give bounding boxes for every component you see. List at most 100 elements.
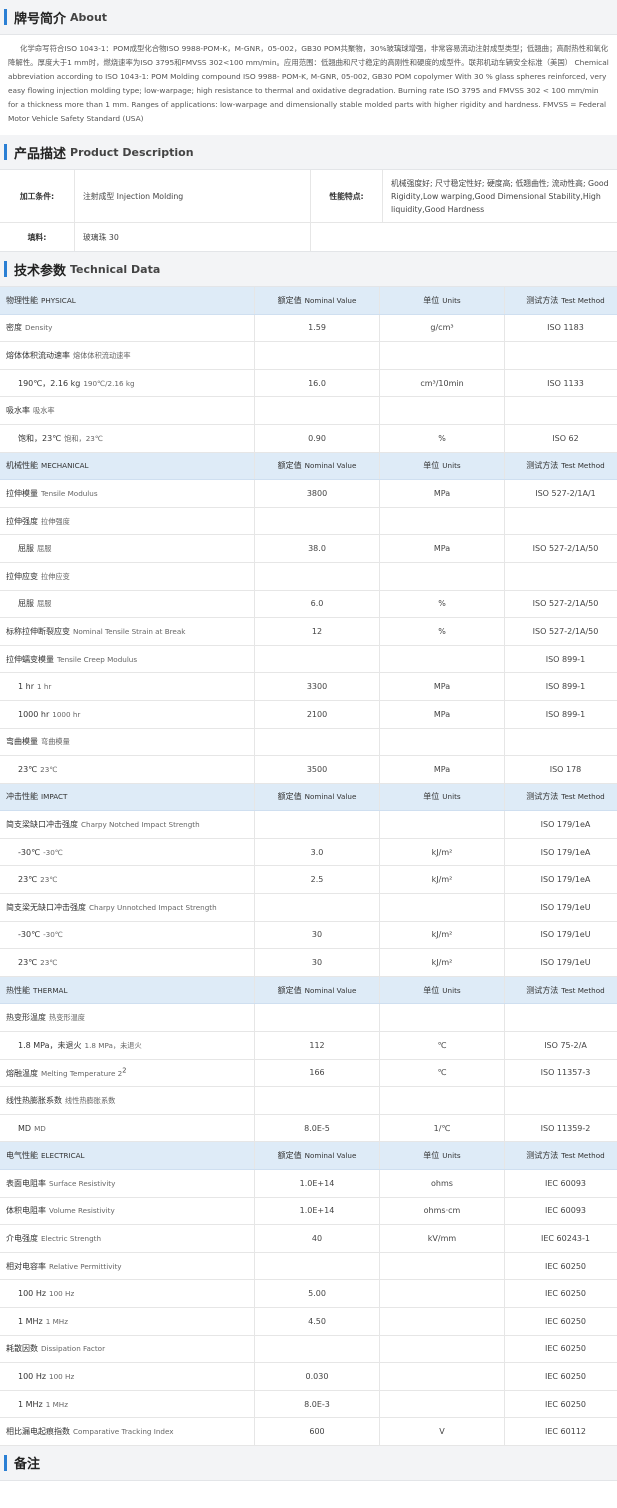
- units-header: 单位 Units: [379, 1141, 505, 1170]
- nominal-value: 3300: [254, 672, 380, 701]
- property-name: 熔体体积流动速率 熔体体积流动速率: [0, 341, 255, 370]
- test-method: ISO 178: [504, 755, 617, 784]
- unit: [379, 1335, 505, 1364]
- unit: [379, 1003, 505, 1033]
- property-name: 屈服 屈服: [0, 534, 255, 563]
- property-name: 弯曲模量 弯曲模量: [0, 728, 255, 757]
- test-method-link[interactable]: ISO 11357-3: [504, 1059, 617, 1088]
- table-row: 表面电阻率 Surface Resistivity 1.0E+14 ohms IEC 6…: [0, 1169, 617, 1198]
- processing-value: 注射成型 Injection Molding: [74, 170, 310, 223]
- table-row: 简支梁缺口冲击强度 Charpy Notched Impact Strength I…: [0, 810, 617, 839]
- unit: ℃: [379, 1059, 505, 1088]
- test-method: IEC 60093: [504, 1197, 617, 1226]
- unit: kJ/m²: [379, 865, 505, 895]
- unit: ohms·cm: [379, 1197, 505, 1226]
- test-method: ISO 527-2/1A/50: [504, 534, 617, 563]
- unit: %: [379, 617, 505, 646]
- table-row: 弯曲模量 弯曲模量: [0, 728, 617, 757]
- nominal-value: [254, 396, 380, 425]
- nominal-value: 2.5: [254, 865, 380, 895]
- nominal-value: 112: [254, 1031, 380, 1060]
- nominal-value: [254, 893, 380, 922]
- category-header-row: 机械性能 MECHANICAL 额定值 Nominal Value 单位 Units 测试方…: [0, 452, 617, 481]
- property-name: 饱和，23℃ 饱和，23℃: [0, 424, 255, 453]
- unit: [379, 562, 505, 591]
- technical-data-table: 物理性能 PHYSICAL 额定值 Nominal Value 单位 Units 测试方法 T…: [0, 287, 617, 1446]
- table-row: 相对电容率 Relative Permittivity IEC 60250: [0, 1252, 617, 1281]
- test-method: IEC 60112: [504, 1417, 617, 1446]
- unit: [379, 396, 505, 425]
- nominal-value: [254, 645, 380, 674]
- test-method-header: 测试方法 Test Method: [504, 783, 617, 812]
- test-method-link[interactable]: ISO 62: [504, 424, 617, 453]
- nominal-value: 1.59: [254, 314, 380, 343]
- property-name: 1 hr 1 hr: [0, 672, 255, 701]
- nominal-value-header: 额定值 Nominal Value: [254, 1141, 380, 1170]
- product-header: 产品描述 Product Description: [0, 135, 617, 170]
- test-method: ISO 1183: [504, 314, 617, 343]
- tech-title-en: Technical Data: [70, 262, 161, 276]
- unit: MPa: [379, 672, 505, 701]
- property-name: 拉伸应变 拉伸应变: [0, 562, 255, 591]
- test-method: [504, 507, 617, 536]
- unit: ohms: [379, 1169, 505, 1198]
- unit: MPa: [379, 479, 505, 508]
- table-row: 熔体体积流动速率 熔体体积流动速率: [0, 341, 617, 370]
- nominal-value: 166: [254, 1059, 380, 1088]
- nominal-value: 30: [254, 921, 380, 950]
- nominal-value: [254, 1086, 380, 1115]
- table-subrow: 1.8 MPa，未退火 1.8 MPa，未退火 112 ℃ ISO 75-2/A: [0, 1031, 617, 1060]
- units-header: 单位 Units: [379, 287, 505, 315]
- nominal-value: 8.0E-3: [254, 1390, 380, 1419]
- category-name: 机械性能 MECHANICAL: [0, 452, 255, 481]
- table-row: 线性热膨胀系数 线性热膨胀系数: [0, 1086, 617, 1115]
- nominal-value: 6.0: [254, 590, 380, 619]
- table-subrow: 23℃ 23℃ 2.5 kJ/m² ISO 179/1eA: [0, 865, 617, 895]
- table-subrow: 1 hr 1 hr 3300 MPa ISO 899-1: [0, 672, 617, 701]
- table-row: 吸水率 吸水率: [0, 396, 617, 425]
- nominal-value: [254, 562, 380, 591]
- nominal-value: [254, 507, 380, 536]
- category-name: 冲击性能 IMPACT: [0, 783, 255, 812]
- category-name: 物理性能 PHYSICAL: [0, 287, 255, 315]
- property-name: 拉伸蠕变模量 Tensile Creep Modulus: [0, 645, 255, 674]
- tech-header: 技术参数 Technical Data: [0, 252, 617, 287]
- unit: [379, 810, 505, 839]
- property-name: -30℃ -30℃: [0, 838, 255, 867]
- category-name: 电气性能 ELECTRICAL: [0, 1141, 255, 1170]
- features-value: 机械强度好; 尺寸稳定性好; 硬度高; 低翘曲性; 流动性高; Good Rig…: [382, 170, 617, 223]
- property-name: 吸水率 吸水率: [0, 396, 255, 425]
- unit: [379, 507, 505, 536]
- property-name: 线性热膨胀系数 线性热膨胀系数: [0, 1086, 255, 1115]
- notes-section: 备注: [0, 1445, 617, 1481]
- property-name: 密度 Density: [0, 314, 255, 343]
- property-name: 100 Hz 100 Hz: [0, 1362, 255, 1391]
- property-name: 1.8 MPa，未退火 1.8 MPa，未退火: [0, 1031, 255, 1060]
- property-name: 表面电阻率 Surface Resistivity: [0, 1169, 255, 1198]
- category-header-row: 电气性能 ELECTRICAL 额定值 Nominal Value 单位 Units 测试方…: [0, 1141, 617, 1170]
- property-name: 23℃ 23℃: [0, 755, 255, 784]
- nominal-value-header: 额定值 Nominal Value: [254, 452, 380, 481]
- unit: [379, 1362, 505, 1391]
- table-subrow: 100 Hz 100 Hz 5.00 IEC 60250: [0, 1279, 617, 1308]
- test-method-header: 测试方法 Test Method: [504, 1141, 617, 1170]
- nominal-value: 3800: [254, 479, 380, 508]
- product-description-grid: 加工条件: 注射成型 Injection Molding 性能特点: 机械强度好…: [0, 170, 617, 252]
- unit: [379, 1307, 505, 1336]
- table-row: 体积电阻率 Volume Resistivity 1.0E+14 ohms·cm IEC…: [0, 1197, 617, 1226]
- table-subrow: MD MD 8.0E-5 1/℃ ISO 11359-2: [0, 1114, 617, 1143]
- about-section: 牌号简介 About 化学命写符合ISO 1043-1：POM成型化合物ISO …: [0, 0, 617, 135]
- test-method-link[interactable]: ISO 1133: [504, 369, 617, 398]
- unit: g/cm³: [379, 314, 505, 343]
- footnote-marker: 2: [122, 1066, 127, 1075]
- test-method: ISO 179/1eU: [504, 921, 617, 950]
- category-header-row: 热性能 THERMAL 额定值 Nominal Value 单位 Units 测试方法 Tes…: [0, 976, 617, 1005]
- nominal-value: [254, 1252, 380, 1281]
- nominal-value: 1.0E+14: [254, 1197, 380, 1226]
- test-method: IEC 60250: [504, 1307, 617, 1336]
- table-row: 密度 Density 1.59 g/cm³ ISO 1183: [0, 314, 617, 343]
- test-method: [504, 341, 617, 370]
- test-method: [504, 1086, 617, 1115]
- tech-title-cn: 技术参数: [14, 263, 67, 279]
- property-name: 1000 hr 1000 hr: [0, 700, 255, 729]
